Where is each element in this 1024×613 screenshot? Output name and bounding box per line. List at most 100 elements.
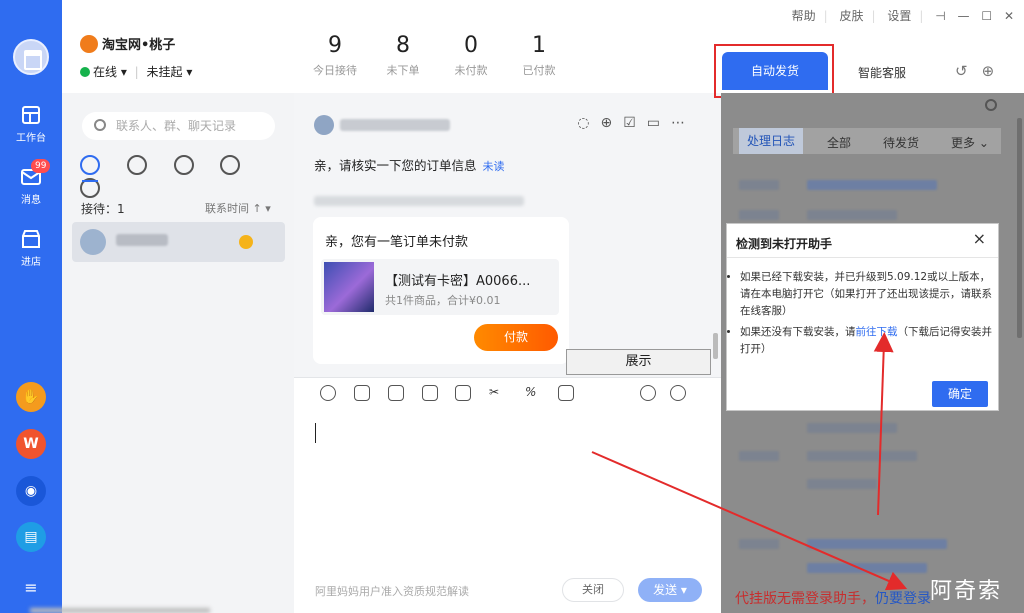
dialog-close-icon[interactable]: × <box>973 229 986 248</box>
settings-link[interactable]: 设置 <box>887 9 911 23</box>
message-badge: 99 <box>31 159 51 173</box>
chat-scrollbar[interactable] <box>713 333 718 359</box>
person-filter-icon[interactable] <box>173 155 194 175</box>
subtab-pending[interactable]: 待发货 <box>883 134 919 151</box>
stat-unpaid[interactable]: 0 未付款 <box>436 33 506 78</box>
product-summary: 共1件商品，合计¥0.01 <box>385 294 501 307</box>
chat-panel: ◌⊕☑▭⋯ 亲，请核实一下您的订单信息 未读 亲，您有一笔订单未付款 【测试有卡密… <box>294 93 721 613</box>
order-card-title: 亲，您有一笔订单未付款 <box>325 235 469 250</box>
add-icon[interactable]: ⊕ <box>982 62 1009 80</box>
confirm-button[interactable]: 确定 <box>932 381 988 407</box>
skin-link[interactable]: 皮肤 <box>839 9 863 23</box>
stat-not-ordered[interactable]: 8 未下单 <box>368 33 438 78</box>
contact-avatar <box>80 229 106 255</box>
window-bar: 帮助 | 皮肤 | 设置 | ⊣ — ☐ ✕ <box>791 9 1014 23</box>
compose-area[interactable]: 阿里妈妈用户准入资质规范解读 关闭 发送 ▾ <box>294 407 721 613</box>
compose-toolbar: ✂ % <box>294 377 721 407</box>
rail-label-messages: 消息 <box>21 195 41 206</box>
more-icon[interactable]: ⋯ <box>671 115 696 131</box>
shop-name: 淘宝网•桃子 <box>80 34 175 53</box>
filter-tabs <box>80 155 280 201</box>
log-label-blurred <box>739 180 779 190</box>
hand-app-icon[interactable]: ✋ <box>16 382 46 412</box>
video-icon[interactable]: ▭ <box>647 115 671 131</box>
emoji-icon[interactable] <box>320 385 336 401</box>
chat-avatar <box>314 115 334 135</box>
refresh-icon[interactable]: ↺ <box>955 62 982 80</box>
rail-item-shop[interactable]: 进店 <box>0 228 62 268</box>
search-icon <box>94 119 106 131</box>
stat-paid[interactable]: 1 已付款 <box>504 33 574 78</box>
contacts-panel: 联系人、群、聊天记录 接待：1 联系时间 ↑ ▾ <box>62 93 294 613</box>
watermark: 阿奇索 <box>930 579 1003 604</box>
stat-label: 今日接待 <box>313 64 357 77</box>
sort-dropdown[interactable]: 联系时间 ↑ ▾ <box>205 200 271 216</box>
scissors-icon[interactable]: ✂ <box>489 385 505 401</box>
menu-icon[interactable]: ≡ <box>0 578 62 597</box>
forward-icon[interactable] <box>640 385 656 401</box>
coupon-icon[interactable] <box>558 385 574 401</box>
product-row[interactable]: 【测试有卡密】A0066... 共1件商品，合计¥0.01 <box>321 259 559 315</box>
compose-hint[interactable]: 阿里妈妈用户准入资质规范解读 <box>315 583 469 599</box>
message-text: 亲，请核实一下您的订单信息 <box>314 158 477 173</box>
log-value-blurred <box>807 210 897 220</box>
rail-item-messages[interactable]: 99 消息 <box>0 159 62 206</box>
clock-filter-icon[interactable] <box>126 155 147 175</box>
eye-app-icon[interactable]: ◉ <box>16 476 46 506</box>
file-icon[interactable] <box>455 385 471 401</box>
chat-header <box>314 115 450 135</box>
login-hint: 代挂版无需登录助手，仍要登录 <box>735 588 931 608</box>
quick-reply-icon[interactable] <box>670 385 686 401</box>
chat-toolbar: ◌⊕☑▭⋯ <box>577 115 696 131</box>
order-icon[interactable]: ☑ <box>623 115 647 131</box>
image-icon[interactable] <box>388 385 404 401</box>
hang-status[interactable]: 未挂起 ▾ <box>147 65 193 79</box>
subtab-log[interactable]: 处理日志 <box>739 128 803 154</box>
settings-gear-icon[interactable] <box>985 99 997 111</box>
still-login-link[interactable]: 仍要登录 <box>875 591 931 607</box>
download-link[interactable]: 前往下载 <box>856 326 898 338</box>
search-input[interactable]: 联系人、群、聊天记录 <box>82 112 275 140</box>
contact-flag-icon <box>239 235 253 249</box>
subtab-all[interactable]: 全部 <box>827 134 851 151</box>
subtab-more[interactable]: 更多 ⌄ <box>951 134 989 151</box>
cropped-bottom-text <box>30 608 210 613</box>
close-button[interactable]: 关闭 <box>562 578 624 602</box>
shop-icon <box>22 230 40 248</box>
online-status[interactable]: 在线 ▾ <box>93 65 127 79</box>
app-window: 工作台 99 消息 进店 ✋ W ◉ ▤ ≡ 淘宝网•桃子 在线 ▾ | 未挂起… <box>0 0 1024 613</box>
video-clip-icon[interactable] <box>422 385 438 401</box>
send-button[interactable]: 发送 ▾ <box>638 578 702 602</box>
w-app-icon[interactable]: W <box>16 429 46 459</box>
login-hint-text: 代挂版无需登录助手， <box>735 591 875 607</box>
contact-item[interactable] <box>72 222 285 262</box>
stat-today[interactable]: 9 今日接待 <box>300 33 370 78</box>
chat-filter-icon[interactable] <box>80 155 100 175</box>
discount-icon[interactable]: % <box>525 385 541 401</box>
help-link[interactable]: 帮助 <box>792 9 816 23</box>
user-avatar[interactable] <box>13 39 49 75</box>
log-value-blurred <box>807 539 947 549</box>
online-dot-icon <box>80 67 90 77</box>
rail-item-workbench[interactable]: 工作台 <box>0 104 62 144</box>
log-value-blurred <box>807 423 897 433</box>
log-label-blurred <box>739 539 779 549</box>
log-value-blurred <box>807 451 917 461</box>
document-app-icon[interactable]: ▤ <box>16 522 46 552</box>
log-value-blurred <box>807 479 877 489</box>
log-label-blurred <box>739 451 779 461</box>
group-filter-icon[interactable] <box>220 155 241 175</box>
maximize-icon[interactable]: ☐ <box>981 9 992 23</box>
pay-button[interactable]: 付款 <box>474 324 558 351</box>
tab-smart-service[interactable]: 智能客服 <box>858 64 906 81</box>
add-person-icon[interactable]: ⊕ <box>600 115 623 131</box>
pin-icon[interactable]: ⊣ <box>935 9 945 23</box>
dialog-divider <box>727 257 998 258</box>
assistant-not-open-dialog: 检测到未打开助手 × 如果已经下载安装，并已升级到5.09.12或以上版本，请在… <box>726 223 999 411</box>
text-icon[interactable] <box>354 385 370 401</box>
minimize-icon[interactable]: — <box>958 9 970 23</box>
show-button[interactable]: 展示 <box>566 349 711 375</box>
panel-scrollbar[interactable] <box>1017 118 1022 338</box>
transfer-icon[interactable]: ◌ <box>577 115 600 131</box>
close-icon[interactable]: ✕ <box>1004 9 1014 23</box>
